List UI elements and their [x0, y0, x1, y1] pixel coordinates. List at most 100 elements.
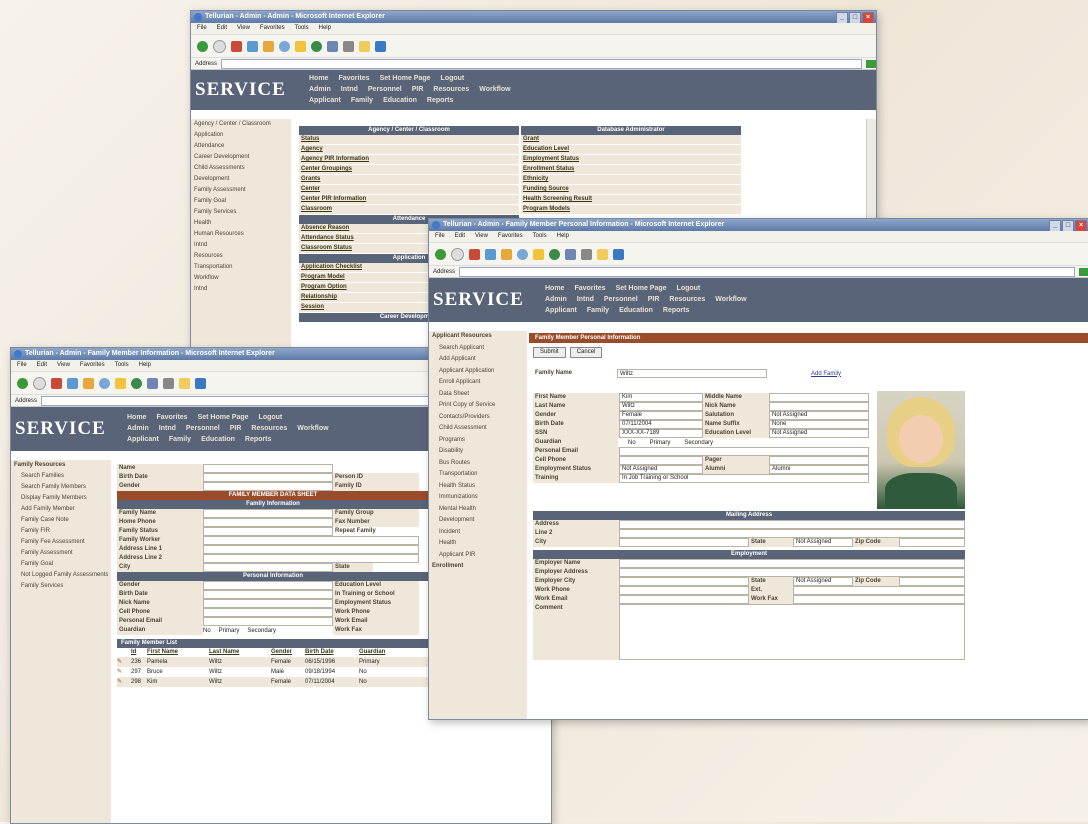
- close-button[interactable]: ×: [862, 12, 874, 23]
- nav-intnd[interactable]: Intnd: [577, 294, 594, 305]
- nav-admin[interactable]: Admin: [309, 84, 331, 95]
- sidebar-item[interactable]: Development: [429, 515, 527, 527]
- nav-family[interactable]: Family: [351, 95, 373, 106]
- edit-pencil-icon[interactable]: ✎: [117, 667, 127, 677]
- refresh-icon[interactable]: [247, 40, 258, 52]
- search-icon[interactable]: [99, 377, 110, 389]
- sidebar-item[interactable]: Career Development: [191, 152, 291, 163]
- col-guardian[interactable]: Guardian: [359, 648, 399, 657]
- nav-home[interactable]: Home: [545, 283, 564, 294]
- ssn-field[interactable]: XXX-XX-7189: [619, 429, 703, 438]
- sidebar-item[interactable]: Display Family Members: [11, 493, 111, 504]
- print-icon[interactable]: [581, 248, 592, 260]
- nav-set-home[interactable]: Set Home Page: [198, 412, 249, 423]
- sidebar-item[interactable]: Child Assessments: [191, 163, 291, 174]
- admin-link[interactable]: Enrollment Status: [521, 165, 741, 175]
- training-checkbox[interactable]: In Job Training or School: [619, 474, 869, 483]
- sidebar-item[interactable]: Search Families: [11, 471, 111, 482]
- menu-edit[interactable]: Edit: [217, 23, 227, 34]
- nav-personnel[interactable]: Personnel: [186, 423, 220, 434]
- sidebar-item[interactable]: Workflow: [191, 273, 291, 284]
- media-icon[interactable]: [311, 40, 322, 52]
- sidebar-item[interactable]: Applicant PIR: [429, 550, 527, 562]
- sidebar-item[interactable]: Enrollment: [429, 561, 527, 573]
- stop-icon[interactable]: [51, 377, 62, 389]
- family-name-select[interactable]: Wiltz: [617, 369, 767, 378]
- guardian-no-radio[interactable]: No: [628, 440, 636, 446]
- edit-pencil-icon[interactable]: ✎: [117, 677, 127, 687]
- last-name-field[interactable]: Wiltz: [619, 402, 703, 411]
- nav-logout[interactable]: Logout: [677, 283, 701, 294]
- sidebar-title[interactable]: Applicant Resources: [429, 331, 527, 343]
- menu-favorites[interactable]: Favorites: [498, 231, 523, 242]
- admin-link[interactable]: Agency: [299, 145, 519, 155]
- go-button[interactable]: [1079, 267, 1088, 276]
- employer-state-select[interactable]: Not Assigned: [793, 577, 853, 586]
- alumni-checkbox[interactable]: Alumni: [769, 465, 869, 474]
- admin-link[interactable]: Education Level: [521, 145, 741, 155]
- sidebar-item[interactable]: Family Services: [191, 207, 291, 218]
- nav-intnd[interactable]: Intnd: [159, 423, 176, 434]
- middle-name-field[interactable]: [769, 393, 869, 402]
- line-2-field[interactable]: [619, 529, 965, 538]
- home-icon[interactable]: [501, 248, 512, 260]
- messenger-icon[interactable]: [375, 40, 386, 52]
- address-2-field[interactable]: [203, 554, 419, 563]
- sidebar-item[interactable]: Family Assessment: [191, 185, 291, 196]
- nav-set-home[interactable]: Set Home Page: [380, 73, 431, 84]
- search-icon[interactable]: [517, 248, 528, 260]
- pager-field[interactable]: [769, 456, 869, 465]
- maximize-button[interactable]: □: [849, 12, 861, 23]
- guardian-primary-radio[interactable]: Primary: [650, 440, 671, 446]
- first-name-field[interactable]: Kim: [619, 393, 703, 402]
- comment-textarea[interactable]: [619, 604, 965, 660]
- sidebar-item[interactable]: Enroll Applicant: [429, 377, 527, 389]
- ext-field[interactable]: [793, 586, 965, 595]
- sidebar-item[interactable]: Immunizations: [429, 492, 527, 504]
- sidebar-item[interactable]: Bus Routes: [429, 458, 527, 470]
- address-input[interactable]: [459, 266, 1075, 277]
- sidebar-item[interactable]: Disability: [429, 446, 527, 458]
- admin-link[interactable]: Ethnicity: [521, 175, 741, 185]
- sidebar-item[interactable]: Print Copy of Service: [429, 400, 527, 412]
- cell-phone-field[interactable]: [203, 608, 333, 617]
- cell-phone-field[interactable]: [619, 456, 703, 465]
- birth-date-field[interactable]: [203, 590, 333, 599]
- work-phone-field[interactable]: [619, 586, 749, 595]
- sidebar-item[interactable]: Resources: [191, 251, 291, 262]
- family-worker-field[interactable]: [203, 536, 419, 545]
- col-gender[interactable]: Gender: [271, 648, 301, 657]
- nav-logout[interactable]: Logout: [259, 412, 283, 423]
- menu-file[interactable]: File: [197, 23, 207, 34]
- minimize-button[interactable]: _: [1049, 220, 1061, 231]
- sidebar-item[interactable]: Family Case Note: [11, 515, 111, 526]
- birth-date-field[interactable]: [203, 473, 333, 482]
- nav-admin[interactable]: Admin: [127, 423, 149, 434]
- sidebar-item[interactable]: Transportation: [191, 262, 291, 273]
- sidebar-item[interactable]: Family Fee Assessment: [11, 537, 111, 548]
- repeat-family-checkbox[interactable]: Repeat Family: [333, 527, 419, 536]
- menu-tools[interactable]: Tools: [115, 360, 129, 371]
- admin-link[interactable]: Status: [299, 135, 519, 145]
- work-fax-field[interactable]: [793, 595, 965, 604]
- family-status-field[interactable]: [203, 527, 333, 536]
- work-email-field[interactable]: [619, 595, 749, 604]
- menu-help[interactable]: Help: [319, 23, 331, 34]
- table-row[interactable]: ✎ 236 Pamela Wiltz Female 06/15/1996 Pri…: [117, 657, 429, 667]
- admin-link[interactable]: Program Models: [521, 205, 741, 215]
- minimize-button[interactable]: _: [836, 12, 848, 23]
- history-icon[interactable]: [147, 377, 158, 389]
- city-field[interactable]: [619, 538, 749, 547]
- refresh-icon[interactable]: [485, 248, 496, 260]
- admin-link[interactable]: Center: [299, 185, 519, 195]
- stop-icon[interactable]: [231, 40, 242, 52]
- sidebar-item[interactable]: Add Family Member: [11, 504, 111, 515]
- nav-applicant[interactable]: Applicant: [545, 305, 577, 316]
- print-icon[interactable]: [163, 377, 174, 389]
- sidebar-item[interactable]: Family Goal: [11, 559, 111, 570]
- nav-reports[interactable]: Reports: [427, 95, 453, 106]
- col-last-name[interactable]: Last Name: [209, 648, 267, 657]
- media-icon[interactable]: [131, 377, 142, 389]
- messenger-icon[interactable]: [195, 377, 206, 389]
- sidebar-item[interactable]: Family Assessment: [11, 548, 111, 559]
